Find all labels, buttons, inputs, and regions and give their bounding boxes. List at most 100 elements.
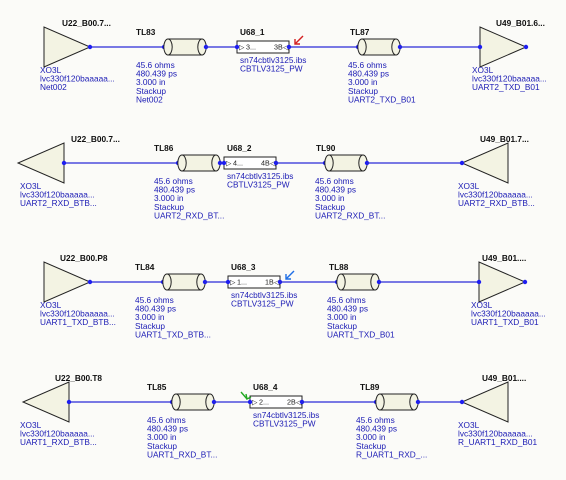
pin-out-label: 3B bbox=[274, 43, 283, 52]
connection-node bbox=[61, 160, 67, 166]
tline-2-ref: TL90 bbox=[316, 143, 336, 153]
signal-channel: U22_B00.7...XO3Llvc330f120baaaaa...UART2… bbox=[16, 134, 535, 220]
tline-2-params: UART2_RXD_BT... bbox=[315, 210, 385, 220]
driver-buffer-symbol[interactable] bbox=[478, 261, 527, 303]
tline-1-ref: TL85 bbox=[147, 382, 167, 392]
bus-switch-component[interactable]: ▷ 4... 4B ◁ bbox=[223, 156, 277, 170]
tline-left-cap bbox=[163, 38, 173, 56]
tline-body bbox=[328, 154, 364, 172]
probe-marker-icon[interactable] bbox=[285, 270, 295, 280]
connection-node bbox=[477, 44, 483, 50]
driver-buffer-symbol[interactable] bbox=[43, 261, 92, 303]
signal-channel: U22_B00.T8XO3Llvc330f120baaaaa...UART1_R… bbox=[20, 373, 538, 459]
transmission-line-symbol[interactable] bbox=[163, 38, 207, 56]
bus-switch-component[interactable]: ▷ 3... 3B ◁ bbox=[236, 40, 290, 54]
right-driver-ref: U49_B01.... bbox=[482, 373, 526, 383]
pin-in-label: 3... bbox=[246, 43, 256, 52]
tline-2-ref: TL87 bbox=[350, 27, 370, 37]
bus-switch-model: CBTLV3125_PW bbox=[227, 180, 290, 190]
connection-node bbox=[234, 44, 240, 50]
pin-in-icon: ▷ bbox=[226, 159, 232, 168]
pin-in-label: 4... bbox=[233, 159, 243, 168]
right-driver-label: R_UART1_RXD_B01 bbox=[458, 437, 538, 447]
connection-node bbox=[459, 399, 465, 405]
tline-1-ref: TL86 bbox=[154, 143, 174, 153]
connection-node bbox=[66, 399, 72, 405]
tline-2-params: UART1_TXD_B01 bbox=[327, 329, 395, 339]
driver-buffer-symbol[interactable] bbox=[43, 26, 92, 68]
right-driver-label: UART1_TXD_B01 bbox=[471, 317, 539, 327]
tline-body bbox=[379, 393, 415, 411]
receiver-buffer-symbol[interactable] bbox=[460, 142, 509, 184]
pin-in-label: 1... bbox=[237, 278, 247, 287]
pin-out-label: 1B bbox=[265, 278, 274, 287]
bus-switch-component[interactable]: ▷ 2... 2B ◁ bbox=[249, 395, 303, 409]
probe-shaft bbox=[294, 35, 304, 45]
probe-marker-icon[interactable] bbox=[294, 35, 304, 45]
pin-in-label: 2... bbox=[259, 398, 269, 407]
bus-switch-component[interactable]: ▷ 1... 1B ◁ bbox=[227, 275, 281, 289]
tline-1-ref: TL84 bbox=[135, 262, 155, 272]
receiver-buffer-symbol[interactable] bbox=[16, 142, 65, 184]
signal-channel: U22_B00.7...XO3Llvc330f120baaaaa...Net00… bbox=[40, 18, 547, 104]
tline-body bbox=[167, 38, 203, 56]
tline-1-params: Net002 bbox=[136, 94, 163, 104]
tline-body bbox=[166, 273, 202, 291]
connection-node bbox=[247, 399, 253, 405]
tline-body bbox=[361, 38, 397, 56]
connection-node bbox=[459, 160, 465, 166]
bus-switch-model: CBTLV3125_PW bbox=[253, 419, 316, 429]
tline-left-cap bbox=[171, 393, 181, 411]
left-driver-ref: U22_B00.7... bbox=[62, 18, 111, 28]
connection-node bbox=[87, 279, 93, 285]
transmission-line-symbol[interactable] bbox=[336, 273, 380, 291]
left-driver-ref: U22_B00.7... bbox=[71, 134, 120, 144]
bus-switch-ref: U68_3 bbox=[231, 262, 256, 272]
tline-body bbox=[175, 393, 211, 411]
pin-out-label: 2B bbox=[287, 398, 296, 407]
transmission-line-symbol[interactable] bbox=[177, 154, 221, 172]
left-driver-label: UART2_RXD_BTB... bbox=[20, 198, 97, 208]
transmission-line-symbol[interactable] bbox=[375, 393, 419, 411]
tline-left-cap bbox=[375, 393, 385, 411]
pin-in-icon: ▷ bbox=[252, 398, 258, 407]
tline-left-cap bbox=[324, 154, 334, 172]
tline-left-cap bbox=[336, 273, 346, 291]
tline-1-params: UART1_RXD_BT... bbox=[147, 449, 217, 459]
receiver-buffer-symbol[interactable] bbox=[460, 381, 509, 423]
connection-node bbox=[225, 279, 231, 285]
pin-in-icon: ▷ bbox=[239, 43, 245, 52]
tline-1-params: UART1_TXD_BTB... bbox=[135, 329, 211, 339]
right-driver-ref: U49_B01.... bbox=[482, 253, 526, 263]
connection-node bbox=[523, 44, 529, 50]
left-driver-ref: U22_B00.P8 bbox=[60, 253, 108, 263]
bus-switch-ref: U68_4 bbox=[253, 382, 278, 392]
tline-left-cap bbox=[357, 38, 367, 56]
schematic: U22_B00.7...XO3Llvc330f120baaaaa...Net00… bbox=[16, 18, 547, 459]
bus-switch-model: CBTLV3125_PW bbox=[231, 299, 294, 309]
tline-1-params: UART2_RXD_BT... bbox=[154, 210, 224, 220]
schematic-canvas: U22_B00.7... XO3L lvc330f120baaaaa... Net00… bbox=[0, 0, 566, 480]
tline-body bbox=[181, 154, 217, 172]
receiver-buffer-symbol[interactable] bbox=[21, 381, 70, 423]
probe-shaft bbox=[285, 270, 295, 280]
tline-left-cap bbox=[162, 273, 172, 291]
transmission-line-symbol[interactable] bbox=[357, 38, 401, 56]
right-driver-label: UART2_RXD_BTB... bbox=[458, 198, 535, 208]
right-driver-ref: U49_B01.7... bbox=[480, 134, 529, 144]
tline-body bbox=[340, 273, 376, 291]
connection-node bbox=[476, 279, 482, 285]
transmission-line-symbol[interactable] bbox=[162, 273, 206, 291]
signal-channel: U22_B00.P8XO3Llvc330f120baaaaa...UART1_T… bbox=[40, 253, 546, 339]
tline-2-params: UART2_TXD_B01 bbox=[348, 94, 416, 104]
connection-node bbox=[87, 44, 93, 50]
transmission-line-symbol[interactable] bbox=[171, 393, 215, 411]
pin-out-label: 4B bbox=[261, 159, 270, 168]
transmission-line-symbol[interactable] bbox=[324, 154, 368, 172]
pin-in-icon: ▷ bbox=[230, 278, 236, 287]
tline-2-ref: TL89 bbox=[360, 382, 380, 392]
left-driver-ref: U22_B00.T8 bbox=[55, 373, 102, 383]
driver-buffer-symbol[interactable] bbox=[479, 26, 528, 68]
right-driver-label: UART2_TXD_B01 bbox=[472, 82, 540, 92]
right-driver-ref: U49_B01.6... bbox=[496, 18, 545, 28]
